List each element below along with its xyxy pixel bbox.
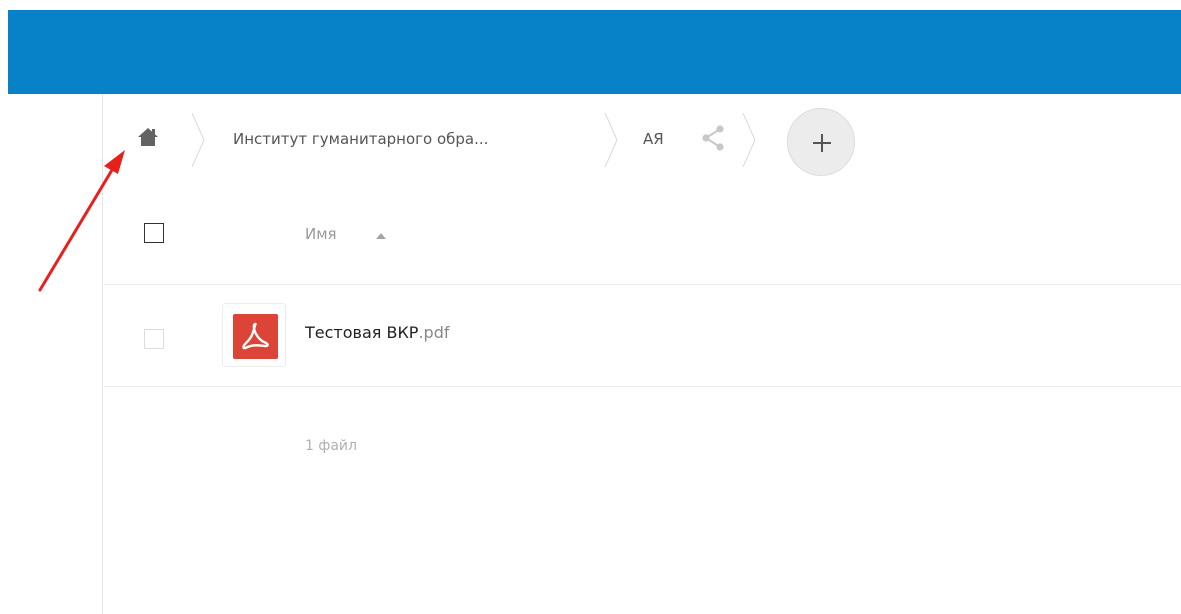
top-header-bar [8, 10, 1181, 94]
file-thumbnail[interactable] [222, 303, 286, 367]
sidebar-divider [102, 94, 103, 614]
plus-icon [813, 134, 831, 152]
table-row[interactable]: Тестовая ВКР.pdf [104, 286, 1181, 385]
breadcrumb-separator-icon [742, 112, 756, 168]
file-list-header: Имя [104, 205, 1181, 265]
pdf-file-icon [233, 314, 278, 359]
file-basename: Тестовая ВКР [305, 323, 419, 342]
file-row-checkbox[interactable] [144, 329, 164, 349]
file-name[interactable]: Тестовая ВКР.pdf [305, 323, 449, 342]
breadcrumb-item-current-folder[interactable]: АЯ [643, 130, 664, 148]
select-all-checkbox[interactable] [144, 223, 164, 243]
file-count-summary: 1 файл [305, 438, 357, 454]
row-divider [104, 386, 1181, 387]
row-divider [104, 284, 1181, 285]
breadcrumb-separator-icon [191, 112, 205, 168]
breadcrumb-item-institute[interactable]: Институт гуманитарного обра... [233, 130, 488, 148]
column-header-name[interactable]: Имя [305, 225, 337, 243]
file-manager-page: Институт гуманитарного обра... АЯ Имя Те… [0, 0, 1181, 614]
sort-ascending-icon[interactable] [376, 233, 386, 239]
share-icon[interactable] [701, 125, 725, 151]
add-new-button[interactable] [787, 108, 855, 176]
breadcrumb: Институт гуманитарного обра... АЯ [104, 104, 1181, 176]
breadcrumb-separator-icon [604, 112, 618, 168]
home-icon[interactable] [137, 126, 159, 148]
file-extension: .pdf [418, 323, 450, 342]
